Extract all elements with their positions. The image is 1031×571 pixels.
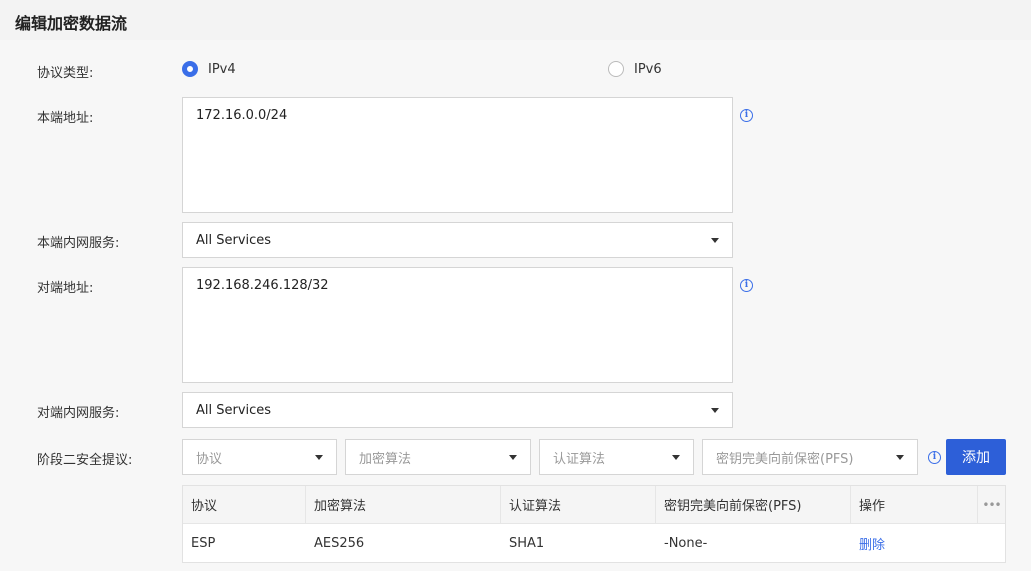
title-bar: 编辑加密数据流 [0, 0, 160, 40]
phase2-encryption-placeholder: 加密算法 [359, 451, 412, 467]
peer-service-value: All Services [196, 402, 272, 418]
caret-down-icon [896, 454, 904, 460]
phase2-auth-select[interactable]: 认证算法 [539, 439, 694, 475]
header-action: 操作 [851, 486, 978, 523]
row-encryption: AES256 [314, 535, 365, 551]
radio-ipv4-label: IPv4 [208, 61, 236, 77]
local-service-select[interactable]: All Services [182, 222, 733, 258]
header-protocol: 协议 [183, 486, 306, 523]
proposal-table: 协议 加密算法 认证算法 密钥完美向前保密(PFS) 操作 ••• ESP AE… [182, 485, 1006, 563]
phase2-protocol-placeholder: 协议 [196, 451, 223, 467]
caret-down-icon [711, 407, 719, 413]
phase2-label: 阶段二安全提议: [37, 453, 133, 468]
row-auth: SHA1 [509, 535, 545, 551]
page-title: 编辑加密数据流 [15, 14, 128, 33]
table-header: 协议 加密算法 认证算法 密钥完美向前保密(PFS) 操作 ••• [183, 486, 1005, 524]
local-service-value: All Services [196, 232, 272, 248]
row-pfs: -None- [664, 535, 708, 551]
local-service-label: 本端内网服务: [37, 236, 120, 251]
caret-down-icon [672, 454, 680, 460]
peer-service-select[interactable]: All Services [182, 392, 733, 428]
caret-down-icon [509, 454, 517, 460]
delete-link[interactable]: 删除 [859, 534, 885, 553]
local-address-input[interactable]: 172.16.0.0/24 [182, 97, 733, 213]
table-row: ESP AES256 SHA1 -None- 删除 [183, 524, 1005, 562]
peer-address-label: 对端地址: [37, 281, 94, 296]
phase2-protocol-select[interactable]: 协议 [182, 439, 337, 475]
info-icon[interactable]: i [928, 451, 941, 464]
phase2-auth-placeholder: 认证算法 [553, 451, 606, 467]
radio-unchecked-icon [608, 61, 624, 77]
protocol-type-label: 协议类型: [37, 66, 94, 81]
radio-ipv6[interactable]: IPv6 [608, 61, 662, 77]
more-icon[interactable]: ••• [978, 486, 1005, 523]
info-icon[interactable]: i [740, 109, 753, 122]
info-icon[interactable]: i [740, 279, 753, 292]
peer-address-input[interactable]: 192.168.246.128/32 [182, 267, 733, 383]
radio-ipv4[interactable]: IPv4 [182, 61, 236, 77]
row-protocol: ESP [191, 535, 216, 551]
caret-down-icon [711, 237, 719, 243]
header-pfs: 密钥完美向前保密(PFS) [656, 486, 851, 523]
caret-down-icon [315, 454, 323, 460]
peer-service-label: 对端内网服务: [37, 406, 120, 421]
phase2-encryption-select[interactable]: 加密算法 [345, 439, 531, 475]
phase2-pfs-placeholder: 密钥完美向前保密(PFS) [716, 451, 854, 467]
radio-ipv6-label: IPv6 [634, 61, 662, 77]
header-auth: 认证算法 [501, 486, 656, 523]
phase2-pfs-select[interactable]: 密钥完美向前保密(PFS) [702, 439, 918, 475]
header-encryption: 加密算法 [306, 486, 501, 523]
radio-checked-icon [182, 61, 198, 77]
local-address-label: 本端地址: [37, 111, 94, 126]
add-button[interactable]: 添加 [946, 439, 1006, 475]
